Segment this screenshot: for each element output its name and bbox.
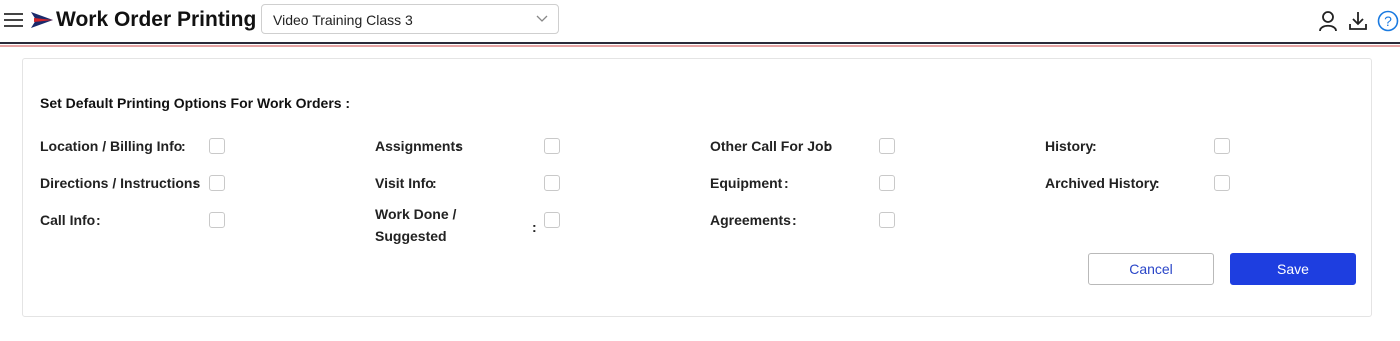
download-icon[interactable]: [1348, 10, 1368, 32]
cancel-button[interactable]: Cancel: [1088, 253, 1214, 285]
user-icon[interactable]: [1318, 10, 1338, 32]
checkbox-assignments[interactable]: [544, 138, 560, 154]
header-divider: [0, 42, 1400, 44]
option-colon: :: [432, 175, 437, 191]
company-select-value: Video Training Class 3: [273, 12, 413, 28]
option-colon: :: [181, 138, 186, 154]
option-label: History: [1045, 138, 1094, 154]
chevron-down-icon: [536, 15, 548, 22]
page-title: Work Order Printing: [56, 8, 257, 31]
option-label: Location / Billing Info: [40, 138, 183, 154]
header-divider-accent: [0, 45, 1400, 47]
logo-icon: [31, 12, 53, 28]
option-colon: :: [784, 175, 789, 191]
checkbox-directions-instructions[interactable]: [209, 175, 225, 191]
option-colon: :: [96, 212, 101, 228]
option-colon: :: [1092, 138, 1097, 154]
checkbox-visit-info[interactable]: [544, 175, 560, 191]
top-bar: Work Order Printing Video Training Class…: [0, 0, 1400, 42]
option-label: Call Info: [40, 212, 96, 228]
company-select[interactable]: Video Training Class 3: [261, 4, 559, 34]
checkbox-other-call-for-job[interactable]: [879, 138, 895, 154]
option-label: Directions / Instructions: [40, 175, 201, 191]
option-colon: :: [456, 138, 461, 154]
option-colon: :: [792, 212, 797, 228]
save-button[interactable]: Save: [1230, 253, 1356, 285]
svg-text:?: ?: [1384, 13, 1392, 29]
checkbox-agreements[interactable]: [879, 212, 895, 228]
option-label: Assignments: [375, 138, 463, 154]
menu-icon[interactable]: [4, 11, 23, 29]
help-icon[interactable]: ?: [1377, 10, 1399, 32]
printing-options-card: Set Default Printing Options For Work Or…: [22, 58, 1372, 317]
section-title: Set Default Printing Options For Work Or…: [40, 95, 351, 111]
option-label: Other Call For Job: [710, 138, 833, 154]
checkbox-equipment[interactable]: [879, 175, 895, 191]
option-colon: :: [193, 175, 198, 191]
option-label: Agreements: [710, 212, 791, 228]
checkbox-work-done-suggested[interactable]: [544, 212, 560, 228]
checkbox-call-info[interactable]: [209, 212, 225, 228]
option-colon: :: [1155, 175, 1160, 191]
option-label: Visit Info: [375, 175, 434, 191]
option-label: Equipment: [710, 175, 783, 191]
checkbox-archived-history[interactable]: [1214, 175, 1230, 191]
option-label: Archived History: [1045, 175, 1158, 191]
checkbox-history[interactable]: [1214, 138, 1230, 154]
option-colon: :: [825, 138, 830, 154]
checkbox-location-billing-info[interactable]: [209, 138, 225, 154]
option-colon: :: [532, 219, 537, 235]
option-label: Work Done / Suggested: [375, 206, 457, 244]
